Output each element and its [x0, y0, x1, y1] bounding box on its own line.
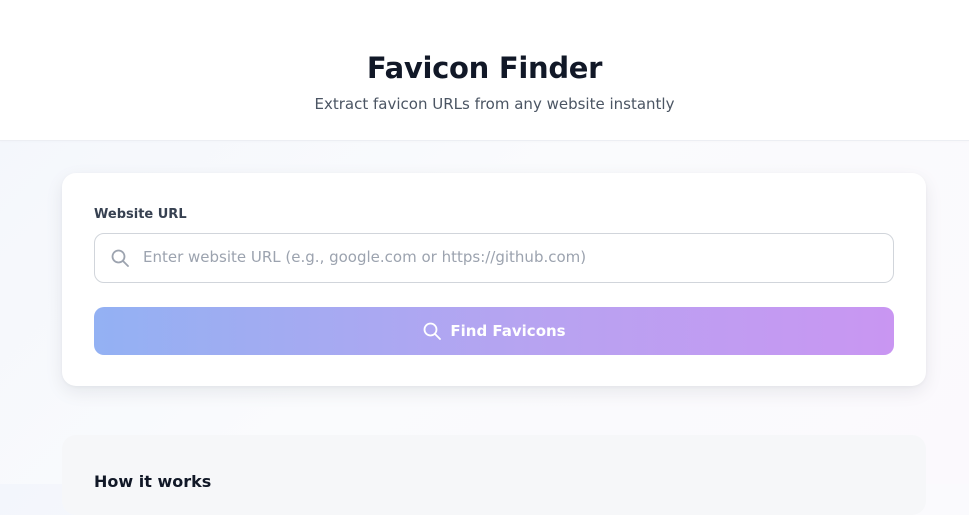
search-icon [110, 248, 130, 268]
find-favicons-label: Find Favicons [450, 322, 566, 340]
url-input-wrapper[interactable] [94, 233, 894, 283]
search-icon [422, 321, 442, 341]
how-it-works-title: How it works [94, 472, 212, 491]
find-favicons-button[interactable]: Find Favicons [94, 307, 894, 355]
page-title: Favicon Finder [366, 51, 603, 85]
how-it-works-section: How it works [62, 435, 926, 515]
page-header: Favicon Finder Extract favicon URLs from… [0, 0, 969, 141]
search-card: Website URL Find Favicons [62, 173, 926, 386]
page-subtitle: Extract favicon URLs from any website in… [314, 95, 675, 113]
website-url-input[interactable] [143, 234, 883, 280]
website-url-label: Website URL [94, 207, 187, 222]
